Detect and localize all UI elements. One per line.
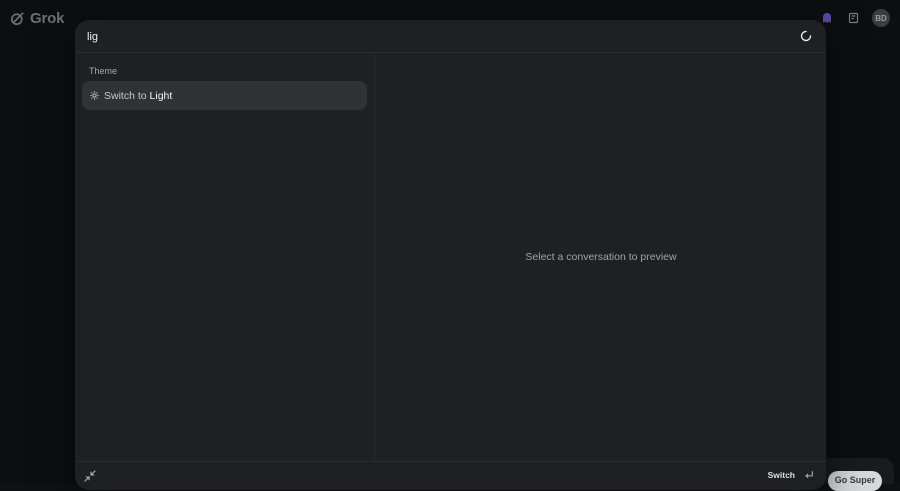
brand-logo[interactable]: Grok <box>9 10 64 27</box>
loading-spinner-icon <box>800 30 812 42</box>
preview-empty-message: Select a conversation to preview <box>525 251 676 263</box>
sun-icon <box>90 91 99 100</box>
avatar[interactable]: BD <box>872 9 890 27</box>
search-bar <box>75 20 826 53</box>
switch-label: Switch <box>768 470 795 480</box>
result-label-prefix: Switch to <box>104 90 150 102</box>
result-label: Switch to Light <box>104 90 172 102</box>
section-title: Theme <box>89 66 117 76</box>
history-icon[interactable] <box>845 9 863 27</box>
upgrade-button[interactable]: Go Super <box>828 471 882 491</box>
command-palette: Theme Switch to Light Select a conversat… <box>75 20 826 490</box>
grok-logo-icon <box>9 10 26 27</box>
collapse-icon[interactable] <box>84 470 96 482</box>
palette-footer: Switch <box>75 461 826 490</box>
result-label-match: Light <box>150 90 173 102</box>
search-input[interactable] <box>87 28 767 46</box>
results-pane: Theme Switch to Light <box>75 53 375 461</box>
preview-pane: Select a conversation to preview <box>376 53 826 461</box>
enter-icon <box>804 470 814 480</box>
brand-name: Grok <box>30 10 64 27</box>
result-item-switch-theme[interactable]: Switch to Light <box>82 81 367 110</box>
switch-action-button[interactable]: Switch <box>768 470 814 480</box>
